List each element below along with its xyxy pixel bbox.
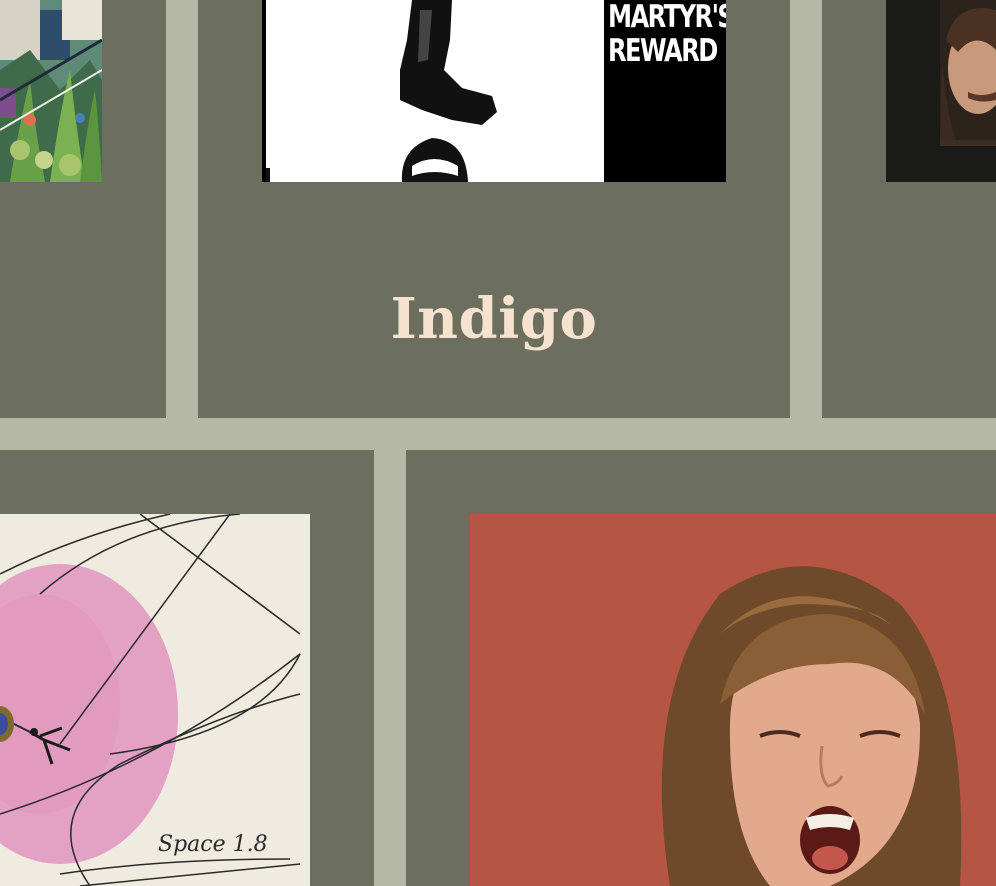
album-cover-5[interactable]	[470, 514, 996, 886]
cover-text-space-1-8: Space 1.8	[158, 832, 268, 857]
album-cover-4[interactable]: Space 1.8	[0, 514, 310, 886]
cover-text-martyrs-reward: MARTYR'S REWARD	[608, 0, 726, 69]
botanical-collage-art	[0, 0, 102, 182]
album-cover-3[interactable]	[886, 0, 996, 182]
album-card-2[interactable]: MARTYR'S REWARD Indigo	[198, 0, 790, 418]
album-card-1[interactable]	[0, 0, 166, 418]
portrait-photo-art	[940, 0, 996, 146]
album-cover-1[interactable]	[0, 0, 102, 182]
album-card-4[interactable]: Space 1.8	[0, 450, 374, 886]
album-card-5[interactable]	[406, 450, 996, 886]
album-cover-2[interactable]: MARTYR'S REWARD	[262, 0, 726, 182]
album-card-3[interactable]	[822, 0, 996, 418]
screaming-portrait-art	[470, 514, 996, 886]
space-1-8-art	[0, 514, 301, 886]
album-title-2: Indigo	[390, 286, 598, 352]
